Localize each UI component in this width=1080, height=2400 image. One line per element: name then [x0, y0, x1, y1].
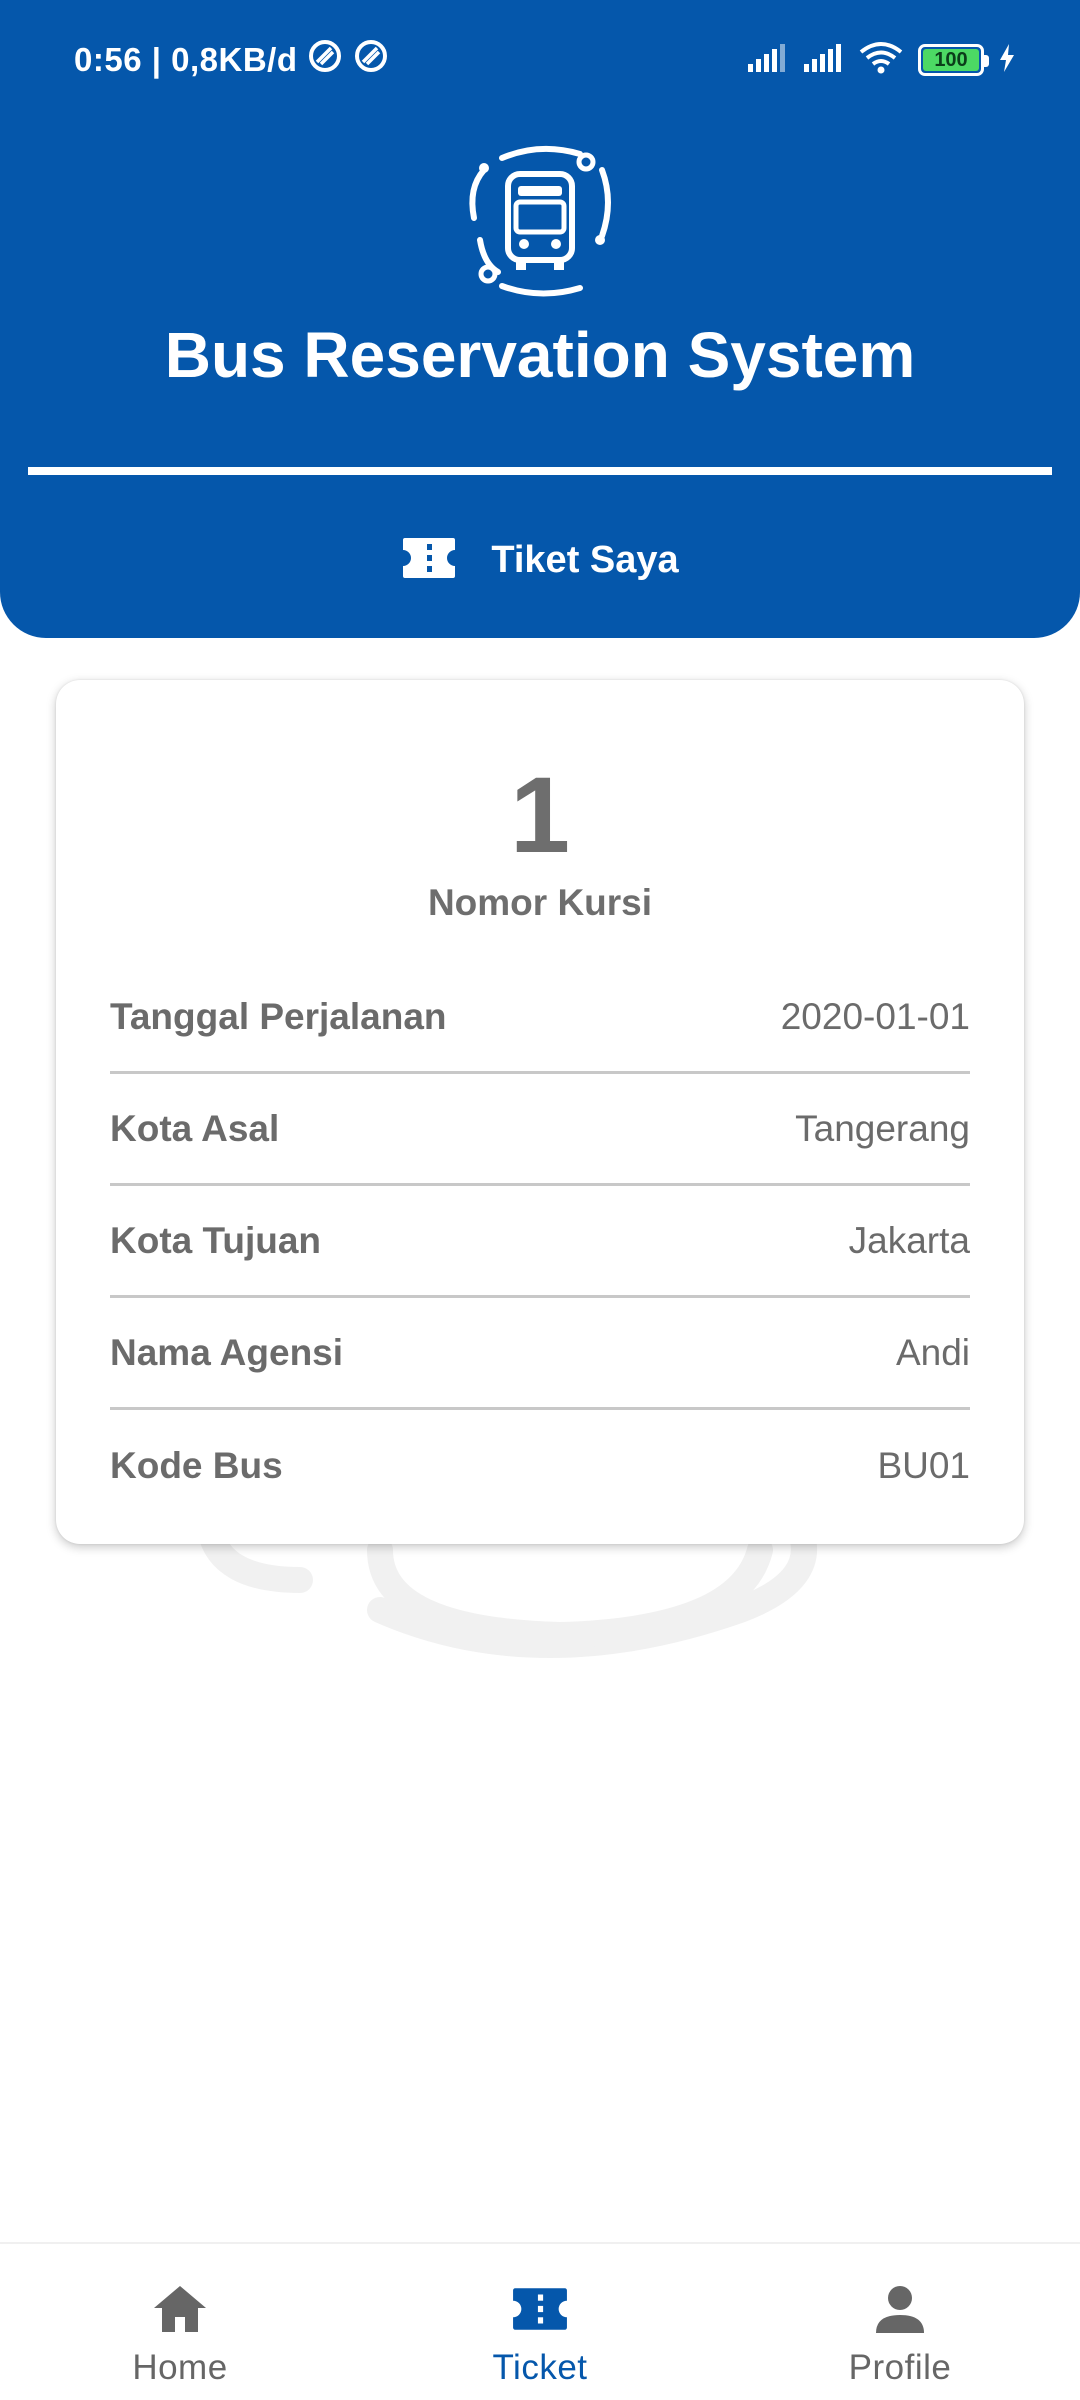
- section-tab-my-tickets: Tiket Saya: [0, 520, 1080, 600]
- app-title: Bus Reservation System: [164, 319, 916, 391]
- nav-label: Home: [132, 2348, 228, 2387]
- signal-icon: [802, 42, 844, 79]
- ticket-details: Tanggal Perjalanan 2020-01-01 Kota Asal …: [110, 962, 970, 1522]
- seat-number: 1: [509, 754, 571, 875]
- ticket-icon: [511, 2280, 569, 2338]
- detail-row-destination-city: Kota Tujuan Jakarta: [110, 1186, 970, 1298]
- person-icon: [874, 2280, 926, 2338]
- detail-label: Nama Agensi: [110, 1331, 344, 1373]
- nav-home[interactable]: Home: [30, 2244, 330, 2400]
- battery-level: 100: [934, 48, 968, 71]
- nav-label: Profile: [848, 2348, 952, 2387]
- detail-value: Andi: [895, 1331, 970, 1373]
- signal-icon: [746, 42, 788, 79]
- header-divider: [28, 467, 1052, 475]
- detail-value: BU01: [877, 1445, 970, 1486]
- detail-label: Kota Tujuan: [110, 1219, 322, 1261]
- charging-icon: [998, 43, 1016, 78]
- detail-row-bus-code: Kode Bus BU01: [110, 1410, 970, 1522]
- data-saver-icon: [307, 38, 343, 82]
- detail-value: 2020-01-01: [780, 995, 970, 1037]
- detail-label: Kota Asal: [110, 1107, 280, 1149]
- seat-number-label: Nomor Kursi: [427, 882, 653, 923]
- home-icon: [151, 2280, 209, 2338]
- battery-icon: 100: [918, 44, 989, 76]
- detail-label: Kode Bus: [110, 1445, 283, 1486]
- nav-ticket[interactable]: Ticket: [390, 2244, 690, 2400]
- bus-logo-icon: [469, 145, 611, 297]
- detail-label: Tanggal Perjalanan: [110, 995, 447, 1037]
- detail-row-travel-date: Tanggal Perjalanan 2020-01-01: [110, 962, 970, 1074]
- ticket-icon: [401, 536, 457, 585]
- detail-row-origin-city: Kota Asal Tangerang: [110, 1074, 970, 1186]
- nav-profile[interactable]: Profile: [750, 2244, 1050, 2400]
- app-header: 0:56 | 0,8KB/d 100 Bus Reservation Syste…: [0, 0, 1080, 638]
- ticket-screen: 0:56 | 0,8KB/d 100 Bus Reservation Syste…: [0, 0, 1080, 2400]
- status-bar: 0:56 | 0,8KB/d 100: [0, 0, 1080, 120]
- bottom-navigation: Home Ticket Profile: [0, 2242, 1080, 2400]
- detail-value: Jakarta: [848, 1219, 970, 1261]
- wifi-icon: [858, 41, 904, 80]
- nav-label: Ticket: [492, 2348, 588, 2387]
- detail-row-agency-name: Nama Agensi Andi: [110, 1298, 970, 1410]
- detail-value: Tangerang: [795, 1107, 970, 1149]
- status-left: 0:56 | 0,8KB/d: [74, 36, 389, 84]
- section-tab-label: Tiket Saya: [491, 538, 679, 581]
- status-time-speed: 0:56 | 0,8KB/d: [74, 41, 298, 78]
- status-right: 100: [746, 36, 1016, 84]
- data-saver-icon: [353, 38, 389, 82]
